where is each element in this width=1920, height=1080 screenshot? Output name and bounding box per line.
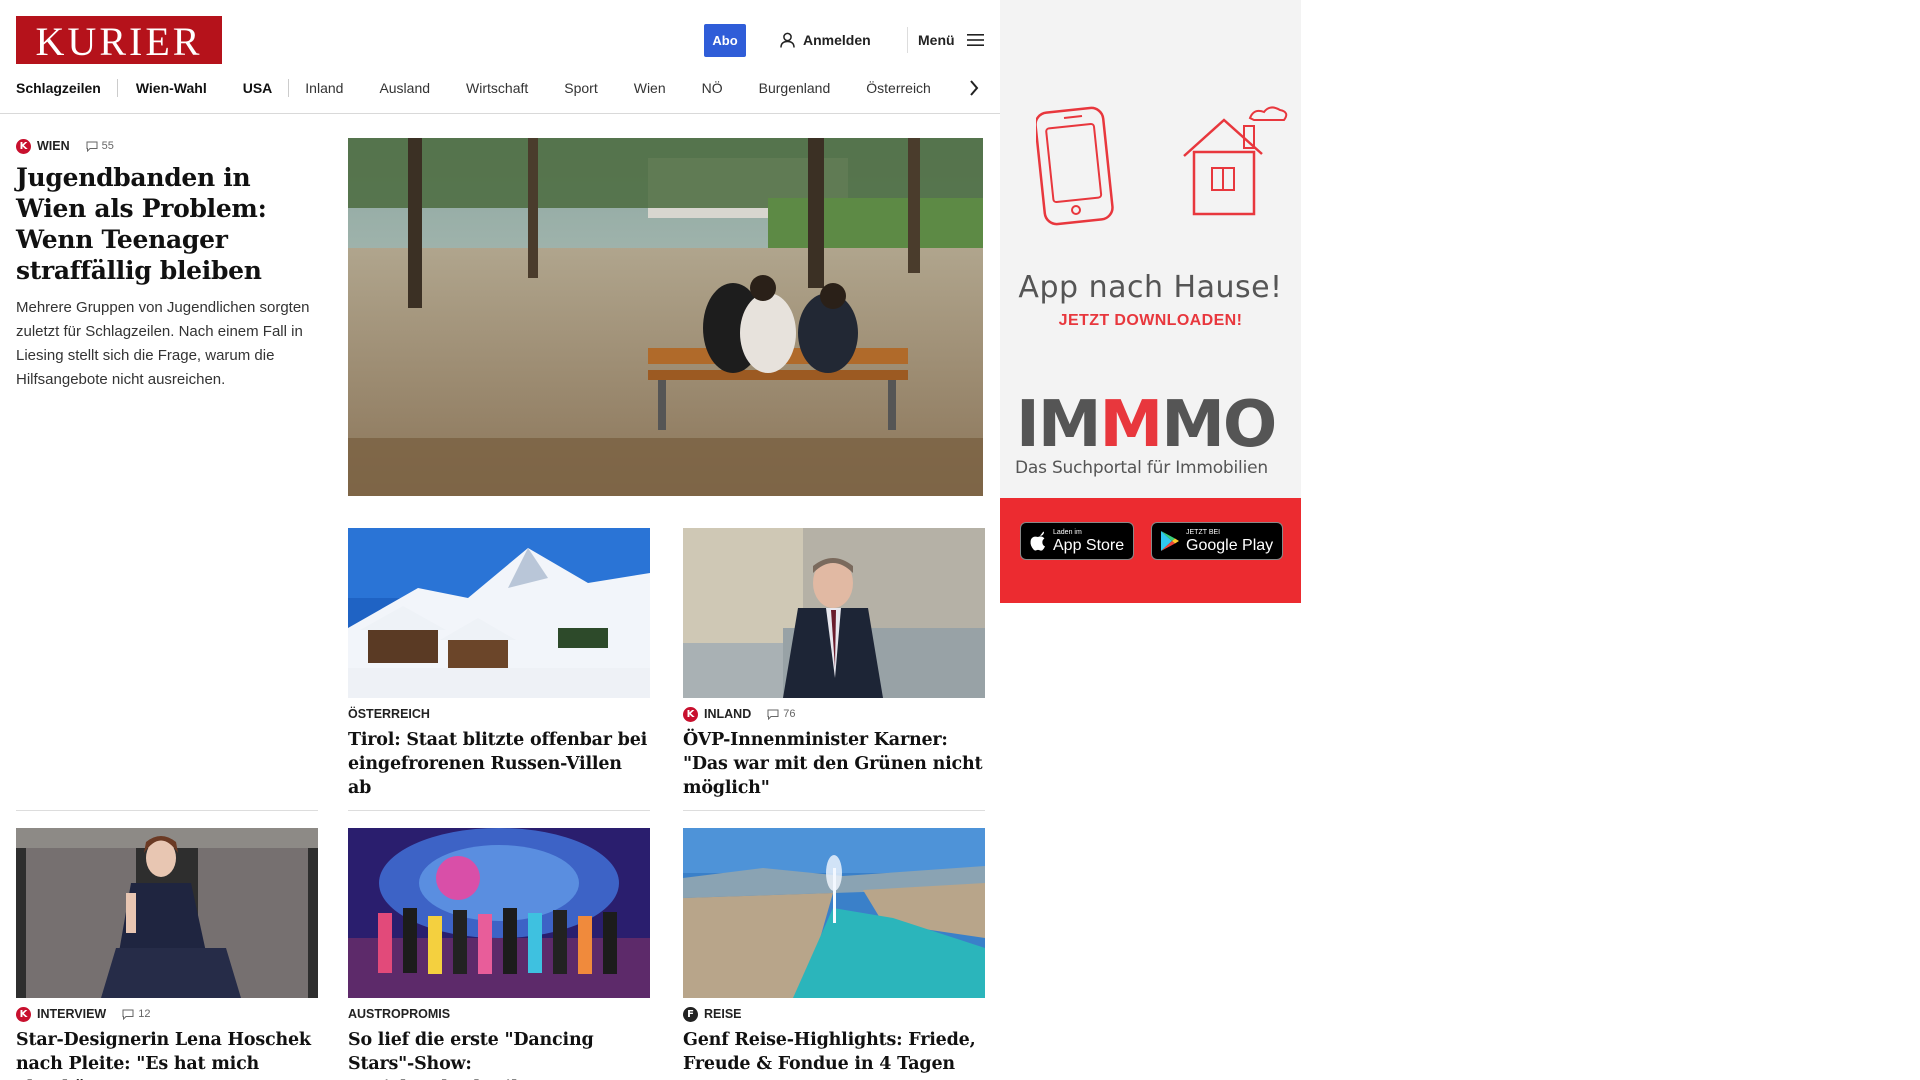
politician-portrait-photo — [683, 528, 985, 698]
card-category: INLAND — [704, 707, 752, 721]
google-play-text: JETZT BEI Google Play — [1186, 529, 1273, 554]
apple-icon — [1030, 531, 1045, 551]
nav-item-noe[interactable]: NÖ — [702, 80, 723, 96]
card-karner[interactable]: K INLAND 76 ÖVP-Innenminister Karner: "D… — [683, 706, 985, 800]
lead-teaser: Mehrere Gruppen von Jugendlichen sorgten… — [16, 299, 310, 388]
card-category: INTERVIEW — [37, 1007, 107, 1021]
card-image-hoschek[interactable] — [16, 828, 318, 998]
nav-item-ausland[interactable]: Ausland — [379, 80, 430, 96]
card-headline[interactable]: So lief die erste "Dancing Stars"-Show: … — [348, 1028, 650, 1080]
kurier-plus-badge-icon: f — [683, 1006, 698, 1022]
lead-category: WIEN — [37, 139, 70, 153]
lead-headline[interactable]: Jugendbanden in Wien als Problem: Wenn T… — [16, 162, 316, 286]
card-headline[interactable]: Genf Reise-Highlights: Friede, Freude & … — [683, 1028, 985, 1076]
card-dancing-stars[interactable]: AUSTROPROMIS So lief die erste "Dancing … — [348, 1006, 650, 1080]
lead-article[interactable]: K WIEN 55 Jugendbanden in Wien als Probl… — [16, 138, 316, 392]
comment-icon — [767, 709, 779, 720]
card-tirol[interactable]: ÖSTERREICH Tirol: Staat blitzte offenbar… — [348, 706, 650, 800]
card-image-tirol[interactable] — [348, 528, 650, 698]
nav-item-sport[interactable]: Sport — [564, 80, 597, 96]
park-bench-photo — [348, 138, 983, 496]
menu-label: Menü — [918, 32, 955, 48]
kurier-logo[interactable]: KURIER — [16, 16, 222, 64]
card-image-karner[interactable] — [683, 528, 985, 698]
comment-icon — [122, 1009, 134, 1020]
card-image-genf[interactable] — [683, 828, 985, 998]
comment-count-value: 55 — [101, 140, 114, 152]
brand-mid: M — [1099, 388, 1164, 462]
card-kicker: f REISE — [683, 1006, 985, 1022]
abo-button[interactable]: Abo — [704, 24, 746, 57]
card-category: REISE — [704, 1007, 742, 1021]
header-divider — [907, 27, 908, 53]
designer-portrait-photo — [16, 828, 318, 998]
card-headline[interactable]: Star-Designerin Lena Hoschek nach Pleite… — [16, 1028, 318, 1080]
divider — [683, 810, 985, 811]
nav-item-usa[interactable]: USA — [243, 80, 273, 96]
kurier-plus-badge-icon: K — [683, 706, 698, 722]
login-button[interactable]: Anmelden — [780, 30, 871, 50]
store-badge-bar: Laden im App Store JETZT BEI Google Play — [1000, 498, 1301, 603]
nav-item-schlagzeilen[interactable]: Schlagzeilen — [16, 80, 101, 96]
card-kicker: ÖSTERREICH — [348, 706, 650, 722]
comment-count: 12 — [122, 1008, 150, 1020]
card-headline[interactable]: ÖVP-Innenminister Karner: "Das war mit d… — [683, 728, 985, 800]
nav-item-oesterreich[interactable]: Österreich — [866, 80, 931, 96]
dancing-stars-photo — [348, 828, 650, 998]
lead-kicker: K WIEN 55 — [16, 138, 316, 154]
nav-separator — [288, 79, 290, 97]
app-store-text: Laden im App Store — [1053, 529, 1124, 554]
app-store-button[interactable]: Laden im App Store — [1020, 522, 1134, 560]
geneva-lake-photo — [683, 828, 985, 998]
divider — [16, 810, 318, 811]
app-store-big: App Store — [1053, 536, 1125, 554]
card-hoschek[interactable]: K INTERVIEW 12 Star-Designerin Lena Hosc… — [16, 1006, 318, 1080]
card-category: AUSTROPROMIS — [348, 1007, 451, 1021]
comment-count: 76 — [767, 708, 795, 720]
comment-icon — [86, 141, 98, 152]
login-label: Anmelden — [803, 32, 871, 48]
hamburger-icon — [966, 34, 984, 46]
immmo-advertisement[interactable]: App nach Hause! JETZT DOWNLOADEN! IMMMO … — [1000, 0, 1301, 603]
card-category: ÖSTERREICH — [348, 707, 430, 721]
section-nav: Schlagzeilen Wien-Wahl USA Inland Auslan… — [16, 78, 931, 98]
lead-image[interactable] — [348, 138, 983, 496]
kurier-plus-badge-icon: K — [16, 138, 31, 154]
site-header: KURIER Abo Anmelden Menü Schlagzeilen Wi… — [0, 0, 1000, 114]
nav-item-wien-wahl[interactable]: Wien-Wahl — [136, 80, 207, 96]
kurier-plus-badge-icon: K — [16, 1006, 31, 1022]
app-store-small: Laden im — [1053, 528, 1082, 536]
card-kicker: K INTERVIEW 12 — [16, 1006, 318, 1022]
chevron-right-icon[interactable] — [968, 78, 980, 98]
ad-cta[interactable]: JETZT DOWNLOADEN! — [1000, 312, 1301, 330]
google-play-small: JETZT BEI — [1186, 528, 1221, 536]
comment-count-value: 76 — [783, 708, 796, 720]
comment-count: 55 — [86, 140, 114, 152]
snowy-chalets-photo — [348, 528, 650, 698]
immmo-logo: IMMMO — [1016, 392, 1296, 458]
nav-item-burgenland[interactable]: Burgenland — [759, 80, 831, 96]
card-kicker: K INLAND 76 — [683, 706, 985, 722]
nav-item-inland[interactable]: Inland — [305, 80, 343, 96]
comment-count-value: 12 — [138, 1008, 151, 1020]
user-icon — [780, 32, 795, 48]
house-illustration-icon — [1183, 106, 1288, 216]
menu-button[interactable]: Menü — [918, 30, 984, 50]
card-image-dancing-stars[interactable] — [348, 828, 650, 998]
google-play-button[interactable]: JETZT BEI Google Play — [1151, 522, 1283, 560]
card-kicker: AUSTROPROMIS — [348, 1006, 650, 1022]
nav-item-wirtschaft[interactable]: Wirtschaft — [466, 80, 528, 96]
divider — [348, 810, 650, 811]
ad-headline: App nach Hause! — [1018, 270, 1283, 305]
card-genf[interactable]: f REISE Genf Reise-Highlights: Friede, F… — [683, 1006, 985, 1076]
nav-item-wien[interactable]: Wien — [634, 80, 666, 96]
nav-separator — [116, 79, 118, 97]
brand-post: MO — [1161, 388, 1277, 462]
phone-illustration-icon — [1036, 106, 1114, 226]
immmo-tagline: Das Suchportal für Immobilien — [1015, 458, 1268, 478]
google-play-big: Google Play — [1186, 536, 1274, 554]
card-headline[interactable]: Tirol: Staat blitzte offenbar bei eingef… — [348, 728, 650, 800]
google-play-icon — [1161, 531, 1179, 551]
brand-pre: IM — [1016, 388, 1101, 462]
